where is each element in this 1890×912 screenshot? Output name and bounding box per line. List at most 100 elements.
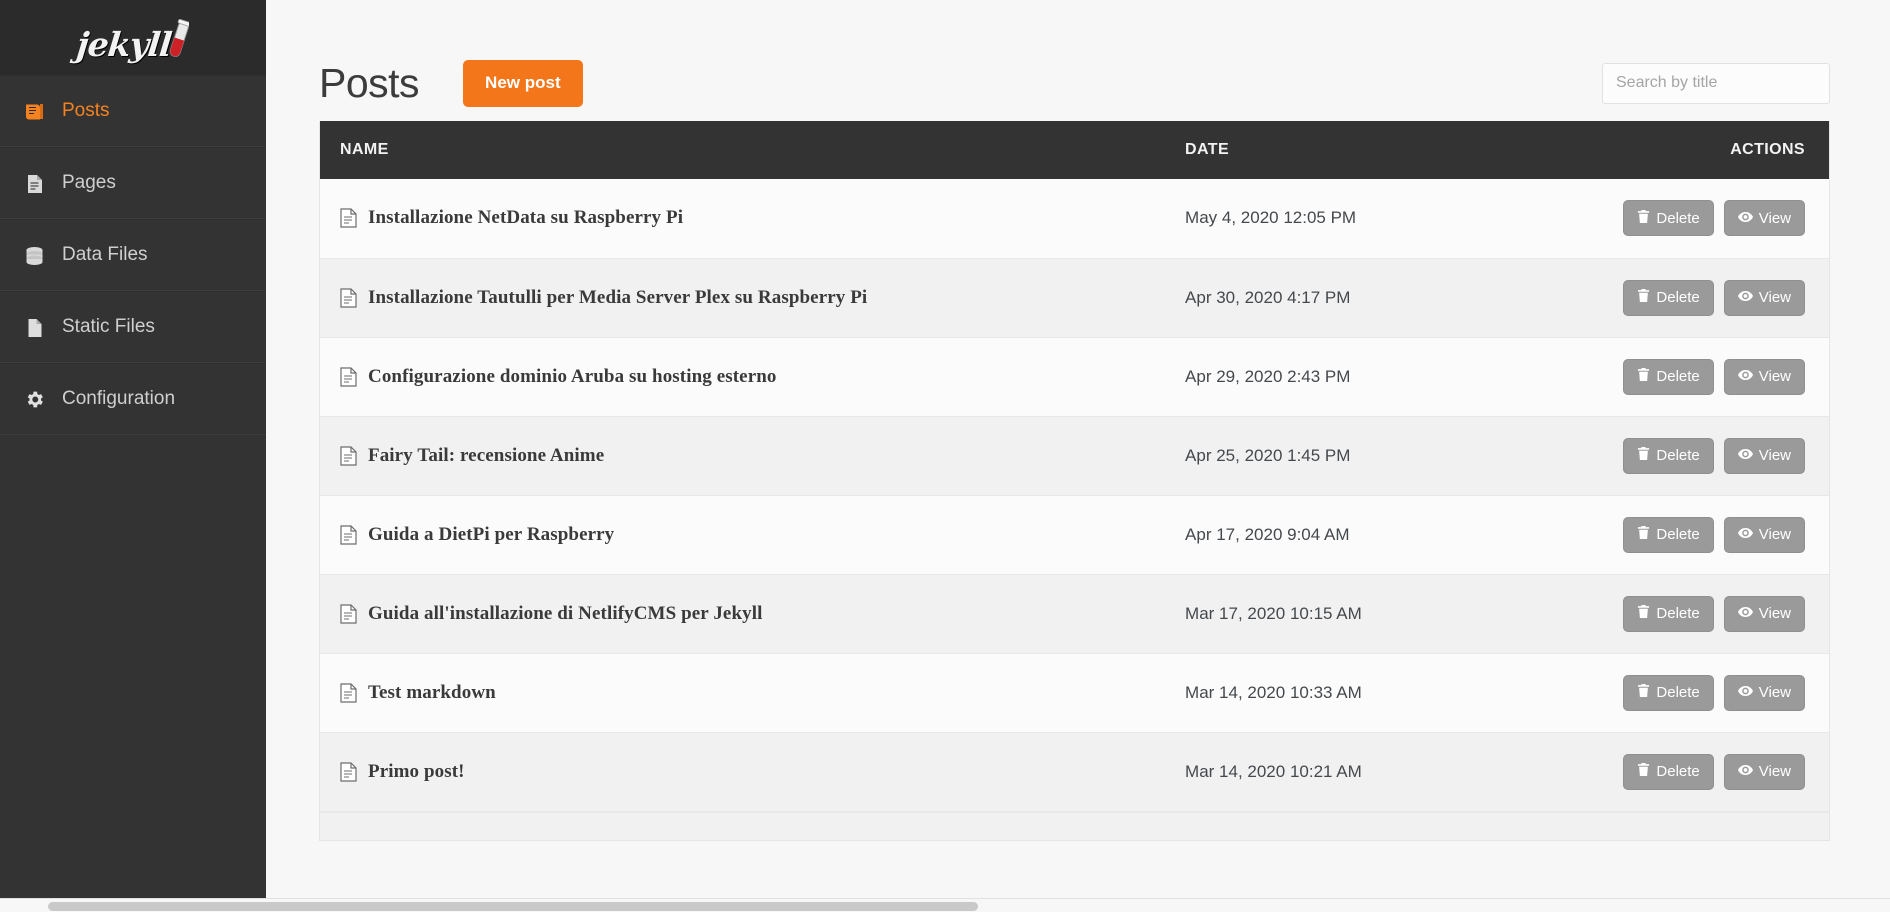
view-button[interactable]: View bbox=[1724, 200, 1805, 236]
table-row[interactable]: Installazione Tautulli per Media Server … bbox=[320, 258, 1829, 337]
view-button-label: View bbox=[1759, 526, 1791, 543]
view-button[interactable]: View bbox=[1724, 280, 1805, 316]
post-name-wrapper: Primo post! bbox=[340, 761, 1165, 783]
post-title-link[interactable]: Guida all'installazione di NetlifyCMS pe… bbox=[368, 603, 763, 625]
post-title-link[interactable]: Primo post! bbox=[368, 761, 465, 783]
cell-date: Apr 29, 2020 2:43 PM bbox=[1165, 337, 1572, 416]
view-button[interactable]: View bbox=[1724, 596, 1805, 632]
table-row[interactable]: Guida all'installazione di NetlifyCMS pe… bbox=[320, 574, 1829, 653]
delete-button-label: Delete bbox=[1656, 526, 1699, 543]
document-icon bbox=[340, 525, 357, 545]
eye-icon bbox=[1738, 368, 1753, 385]
delete-button-label: Delete bbox=[1656, 684, 1699, 701]
cell-date: Mar 17, 2020 10:15 AM bbox=[1165, 574, 1572, 653]
table-row[interactable]: Installazione NetData su Raspberry Pi May… bbox=[320, 179, 1829, 258]
cell-date: Mar 14, 2020 10:21 AM bbox=[1165, 732, 1572, 811]
column-header-actions: ACTIONS bbox=[1572, 121, 1829, 179]
document-icon bbox=[340, 683, 357, 703]
trash-icon bbox=[1637, 209, 1650, 228]
brand-logo[interactable]: jekyll bbox=[0, 0, 266, 75]
view-button[interactable]: View bbox=[1724, 517, 1805, 553]
page-header: Posts New post bbox=[266, 0, 1890, 118]
view-button[interactable]: View bbox=[1724, 675, 1805, 711]
post-title-link[interactable]: Installazione NetData su Raspberry Pi bbox=[368, 207, 683, 229]
sidebar-item-label: Data Files bbox=[62, 244, 148, 266]
document-icon bbox=[340, 446, 357, 466]
post-title-link[interactable]: Test markdown bbox=[368, 682, 496, 704]
eye-icon bbox=[1738, 763, 1753, 780]
trash-icon bbox=[1637, 762, 1650, 781]
view-button[interactable]: View bbox=[1724, 359, 1805, 395]
column-header-name[interactable]: NAME bbox=[320, 121, 1165, 179]
sidebar-item-pages[interactable]: Pages bbox=[0, 147, 266, 219]
trash-icon bbox=[1637, 367, 1650, 386]
post-title-link[interactable]: Fairy Tail: recensione Anime bbox=[368, 445, 604, 467]
new-post-button[interactable]: New post bbox=[463, 60, 583, 107]
page-icon bbox=[20, 173, 48, 194]
cell-actions: Delete View bbox=[1572, 574, 1829, 653]
delete-button-label: Delete bbox=[1656, 368, 1699, 385]
gear-icon bbox=[20, 389, 48, 410]
trash-icon bbox=[1637, 446, 1650, 465]
jekyll-logo-mark: jekyll bbox=[77, 13, 188, 61]
table-row[interactable]: Guida a DietPi per RaspberryApr 17, 2020… bbox=[320, 495, 1829, 574]
column-header-date[interactable]: DATE bbox=[1165, 121, 1572, 179]
delete-button-label: Delete bbox=[1656, 763, 1699, 780]
search-input[interactable] bbox=[1602, 63, 1830, 104]
view-button[interactable]: View bbox=[1724, 754, 1805, 790]
delete-button[interactable]: Delete bbox=[1623, 596, 1713, 632]
sidebar-item-label: Configuration bbox=[62, 388, 175, 410]
delete-button[interactable]: Delete bbox=[1623, 438, 1713, 474]
document-icon bbox=[340, 604, 357, 624]
delete-button[interactable]: Delete bbox=[1623, 517, 1713, 553]
delete-button-label: Delete bbox=[1656, 447, 1699, 464]
cell-date: Mar 14, 2020 10:33 AM bbox=[1165, 653, 1572, 732]
post-title-link[interactable]: Installazione Tautulli per Media Server … bbox=[368, 287, 867, 309]
table-footer-strip bbox=[320, 812, 1829, 840]
post-title-link[interactable]: Configurazione dominio Aruba su hosting … bbox=[368, 366, 777, 388]
posts-table-container: NAME DATE ACTIONS Installazione NetData … bbox=[319, 121, 1830, 841]
post-title-link[interactable]: Guida a DietPi per Raspberry bbox=[368, 524, 614, 546]
view-button-label: View bbox=[1759, 368, 1791, 385]
horizontal-scrollbar-track[interactable] bbox=[0, 898, 1890, 912]
delete-button[interactable]: Delete bbox=[1623, 754, 1713, 790]
cell-actions: Delete View bbox=[1572, 337, 1829, 416]
delete-button[interactable]: Delete bbox=[1623, 675, 1713, 711]
table-head: NAME DATE ACTIONS bbox=[320, 121, 1829, 179]
table-row[interactable]: Primo post! Mar 14, 2020 10:21 AM Delete Vi… bbox=[320, 732, 1829, 811]
cell-name: Installazione Tautulli per Media Server … bbox=[320, 258, 1165, 337]
view-button[interactable]: View bbox=[1724, 438, 1805, 474]
sidebar-item-posts[interactable]: Posts bbox=[0, 75, 266, 147]
cell-name: Fairy Tail: recensione Anime bbox=[320, 416, 1165, 495]
delete-button-label: Delete bbox=[1656, 210, 1699, 227]
cell-actions: Delete View bbox=[1572, 179, 1829, 258]
view-button-label: View bbox=[1759, 447, 1791, 464]
trash-icon bbox=[1637, 604, 1650, 623]
table-body: Installazione NetData su Raspberry Pi May… bbox=[320, 179, 1829, 811]
sidebar-item-data-files[interactable]: Data Files bbox=[0, 219, 266, 291]
sidebar-item-label: Posts bbox=[62, 100, 110, 122]
posts-table: NAME DATE ACTIONS Installazione NetData … bbox=[320, 121, 1829, 812]
table-row[interactable]: Test markdownMar 14, 2020 10:33 AMDelete… bbox=[320, 653, 1829, 732]
post-name-wrapper: Guida all'installazione di NetlifyCMS pe… bbox=[340, 603, 1165, 625]
document-icon bbox=[340, 288, 357, 308]
cell-name: Configurazione dominio Aruba su hosting … bbox=[320, 337, 1165, 416]
horizontal-scrollbar-thumb[interactable] bbox=[48, 902, 978, 911]
view-button-label: View bbox=[1759, 684, 1791, 701]
cell-actions: Delete View bbox=[1572, 495, 1829, 574]
table-row[interactable]: Configurazione dominio Aruba su hosting … bbox=[320, 337, 1829, 416]
sidebar-item-static-files[interactable]: Static Files bbox=[0, 291, 266, 363]
sidebar-item-configuration[interactable]: Configuration bbox=[0, 363, 266, 435]
cell-actions: Delete View bbox=[1572, 653, 1829, 732]
delete-button[interactable]: Delete bbox=[1623, 359, 1713, 395]
main-content: Posts New post NAME DATE ACTIONS Install… bbox=[266, 0, 1890, 912]
cell-actions: Delete View bbox=[1572, 732, 1829, 811]
cell-date: May 4, 2020 12:05 PM bbox=[1165, 179, 1572, 258]
eye-icon bbox=[1738, 289, 1753, 306]
delete-button[interactable]: Delete bbox=[1623, 280, 1713, 316]
view-button-label: View bbox=[1759, 763, 1791, 780]
view-button-label: View bbox=[1759, 605, 1791, 622]
table-header-row: NAME DATE ACTIONS bbox=[320, 121, 1829, 179]
delete-button[interactable]: Delete bbox=[1623, 200, 1713, 236]
table-row[interactable]: Fairy Tail: recensione AnimeApr 25, 2020… bbox=[320, 416, 1829, 495]
